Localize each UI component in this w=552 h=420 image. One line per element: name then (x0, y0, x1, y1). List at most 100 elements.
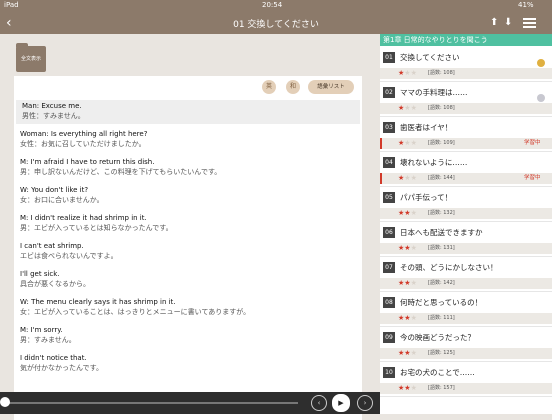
lesson-item[interactable]: 10 お宅の犬のことで…… ★★★ [語数: 157] (380, 362, 552, 397)
script-line[interactable]: I didn't notice that. 気が付かなかったんです。 (14, 352, 362, 376)
progress-track[interactable] (8, 402, 298, 404)
vocab-list-button[interactable]: 語彙リスト (308, 80, 354, 94)
english-line: M: I'm afraid I have to return this dish… (20, 158, 155, 166)
gold-medal-icon (537, 59, 545, 67)
script-line[interactable]: Man: Excuse me. 男性：すみません。 (16, 100, 360, 124)
lesson-item[interactable]: 05 パパ手伝って！ ★★★ [語数: 132] (380, 187, 552, 222)
menu-icon[interactable] (523, 18, 536, 29)
next-lesson-icon[interactable]: ⬇ (504, 17, 512, 28)
script-lines: Man: Excuse me. 男性：すみません。 Woman: Is ever… (14, 100, 362, 380)
difficulty-stars: ★★★ (398, 349, 417, 358)
star-empty-icon: ★ (410, 279, 417, 287)
difficulty-stars: ★★★ (398, 139, 417, 148)
lesson-title: ママの手料理は…… (400, 88, 468, 97)
lesson-list: 01 交換してください ★★★ [語数: 108] 02 ママの手料理は…… ★★★ [語数:… (380, 47, 552, 397)
learning-badge: 学習中 (524, 140, 541, 146)
lesson-number: 05 (383, 192, 395, 203)
full-text-label: 全文表示 (20, 56, 41, 62)
lesson-title: 歯医者はイヤ！ (400, 123, 453, 132)
word-count: [語数: 142] (428, 280, 455, 286)
lesson-meta: ★★★ [語数: 109] 学習中 (380, 138, 552, 149)
script-line[interactable]: Woman: Is everything all right here? 女性：… (14, 128, 362, 152)
word-count: [語数: 131] (428, 245, 455, 251)
lesson-meta: ★★★ [語数: 108] (380, 59, 552, 79)
star-empty-icon: ★ (410, 244, 417, 252)
lesson-title: 日本へも配送できますか (400, 228, 483, 237)
english-line: W: The menu clearly says it has shrimp i… (20, 298, 176, 306)
lesson-number: 01 (383, 52, 395, 63)
learning-badge: 学習中 (524, 175, 541, 181)
lesson-meta: ★★★ [語数: 111] (380, 313, 552, 324)
japanese-line: 男：申し訳ないんだけど、この料理を下げてもらいたいんです。 (20, 167, 222, 176)
japanese-line: エビは食べられないんですよ。 (20, 251, 118, 260)
script-line[interactable]: I'll get sick. 具合が悪くなるから。 (14, 268, 362, 292)
star-empty-icon: ★ (410, 69, 417, 77)
word-count: [語数: 132] (428, 210, 455, 216)
chapter-header: 第1章 日常的なやりとりを聞こう (380, 34, 552, 46)
japanese-toggle-button[interactable]: 和 (286, 80, 300, 94)
lesson-number: 06 (383, 227, 395, 238)
script-line[interactable]: W: The menu clearly says it has shrimp i… (14, 296, 362, 320)
difficulty-stars: ★★★ (398, 314, 417, 323)
progress-knob[interactable] (0, 397, 10, 407)
difficulty-stars: ★★★ (398, 279, 417, 288)
lesson-item[interactable]: 04 壊れないように…… ★★★ [語数: 144] 学習中 (380, 152, 552, 187)
clock: 20:54 (262, 1, 283, 9)
lesson-title: 交換してください (400, 53, 460, 62)
lesson-title: パパ手伝って！ (400, 193, 453, 202)
lesson-number: 08 (383, 297, 395, 308)
script-line[interactable]: W: You don't like it? 女：お口に合いませんか。 (14, 184, 362, 208)
status-bar: iPad 20:54 41% (0, 0, 552, 12)
lesson-title: 壊れないように…… (400, 158, 468, 167)
lesson-item[interactable]: 09 今の映画どうだった？ ★★★ [語数: 125] (380, 327, 552, 362)
lesson-number: 04 (383, 157, 395, 168)
lesson-meta: ★★★ [語数: 144] 学習中 (380, 173, 552, 184)
lesson-meta: ★★★ [語数: 125] (380, 348, 552, 359)
lesson-number: 09 (383, 332, 395, 343)
star-empty-icon: ★ (410, 314, 417, 322)
lesson-item[interactable]: 01 交換してください ★★★ [語数: 108] (380, 47, 552, 82)
lesson-meta: ★★★ [語数: 157] (380, 383, 552, 394)
lesson-title: 何時だと思っているの！ (400, 298, 483, 307)
english-toggle-button[interactable]: 英 (262, 80, 276, 94)
difficulty-stars: ★★★ (398, 209, 417, 218)
battery-level: 41% (518, 1, 534, 9)
japanese-line: 具合が悪くなるから。 (20, 279, 90, 288)
script-line[interactable]: M: I didn't realize it had shrimp in it.… (14, 212, 362, 236)
difficulty-stars: ★★★ (398, 174, 417, 183)
japanese-line: 女：お口に合いませんか。 (20, 195, 104, 204)
difficulty-stars: ★★★ (398, 384, 417, 393)
english-line: Woman: Is everything all right here? (20, 130, 148, 138)
word-count: [語数: 109] (428, 140, 455, 146)
lesson-item[interactable]: 08 何時だと思っているの！ ★★★ [語数: 111] (380, 292, 552, 327)
english-line: I can't eat shrimp. (20, 242, 84, 250)
lesson-number: 10 (383, 367, 395, 378)
english-line: W: You don't like it? (20, 186, 89, 194)
japanese-line: 気が付かなかったんです。 (20, 363, 103, 372)
silver-medal-icon (537, 94, 545, 102)
lesson-item[interactable]: 03 歯医者はイヤ！ ★★★ [語数: 109] 学習中 (380, 117, 552, 152)
lesson-item[interactable]: 06 日本へも配送できますか ★★★ [語数: 131] (380, 222, 552, 257)
difficulty-stars: ★★★ (398, 104, 417, 113)
english-line: Man: Excuse me. (22, 102, 82, 110)
lesson-title: お宅の犬のことで…… (400, 368, 475, 377)
carrier-label: iPad (4, 1, 19, 9)
script-line[interactable]: M: I'm afraid I have to return this dish… (14, 156, 362, 180)
rewind-icon[interactable]: ‹ (311, 395, 327, 411)
lesson-item[interactable]: 02 ママの手料理は…… ★★★ [語数: 108] (380, 82, 552, 117)
lesson-number: 07 (383, 262, 395, 273)
star-empty-icon: ★ (410, 384, 417, 392)
script-line[interactable]: M: I'm sorry. 男：すみません。 (14, 324, 362, 348)
lesson-meta: ★★★ [語数: 142] (380, 278, 552, 289)
nav-bar: ‹ 01 交換してください ⬆ ⬇ (0, 12, 552, 34)
script-line[interactable]: I can't eat shrimp. エビは食べられないんですよ。 (14, 240, 362, 264)
script-pane: 全文表示 英 和 語彙リスト Man: Excuse me. 男性：すみません。… (0, 34, 380, 420)
lesson-meta: ★★★ [語数: 108] (380, 94, 552, 114)
previous-lesson-icon[interactable]: ⬆ (490, 17, 498, 28)
star-empty-icon: ★ (410, 209, 417, 217)
lesson-number: 02 (383, 87, 395, 98)
lesson-item[interactable]: 07 その頭、どうにかしなさい！ ★★★ [語数: 142] (380, 257, 552, 292)
forward-icon[interactable]: › (357, 395, 373, 411)
script-panel: 英 和 語彙リスト Man: Excuse me. 男性：すみません。 Woma… (14, 76, 362, 420)
play-icon[interactable]: ▶ (332, 394, 350, 412)
